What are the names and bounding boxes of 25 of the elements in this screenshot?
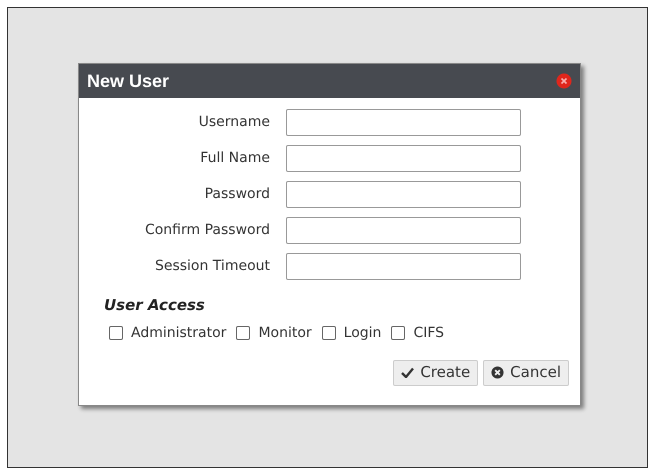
section-title: User Access	[104, 295, 206, 316]
checkbox-label: CIFS	[413, 324, 444, 342]
input-field[interactable]	[286, 145, 521, 172]
create-button[interactable]: Create	[393, 360, 478, 386]
checkbox[interactable]	[391, 326, 406, 340]
field-label: Full Name	[199, 149, 271, 168]
cancel-button[interactable]: Cancel	[483, 360, 569, 386]
input-field[interactable]	[286, 253, 521, 280]
checkbox-label: Login	[344, 324, 382, 342]
close-icon	[491, 366, 504, 379]
checkbox-label: Monitor	[258, 324, 312, 342]
close-icon[interactable]	[556, 73, 572, 89]
field-label: Password	[204, 185, 271, 204]
checkbox[interactable]	[109, 326, 123, 340]
input-field[interactable]	[286, 109, 521, 136]
checkbox[interactable]	[236, 326, 250, 340]
field-label: Session Timeout	[154, 257, 271, 276]
field-label: Username	[198, 113, 271, 132]
input-field[interactable]	[286, 217, 521, 244]
checkbox[interactable]	[322, 326, 336, 340]
check-icon	[401, 367, 414, 378]
field-label: Confirm Password	[144, 221, 271, 240]
window-title: New User	[87, 70, 170, 92]
input-field[interactable]	[286, 181, 521, 208]
checkbox-label: Administrator	[131, 324, 226, 342]
